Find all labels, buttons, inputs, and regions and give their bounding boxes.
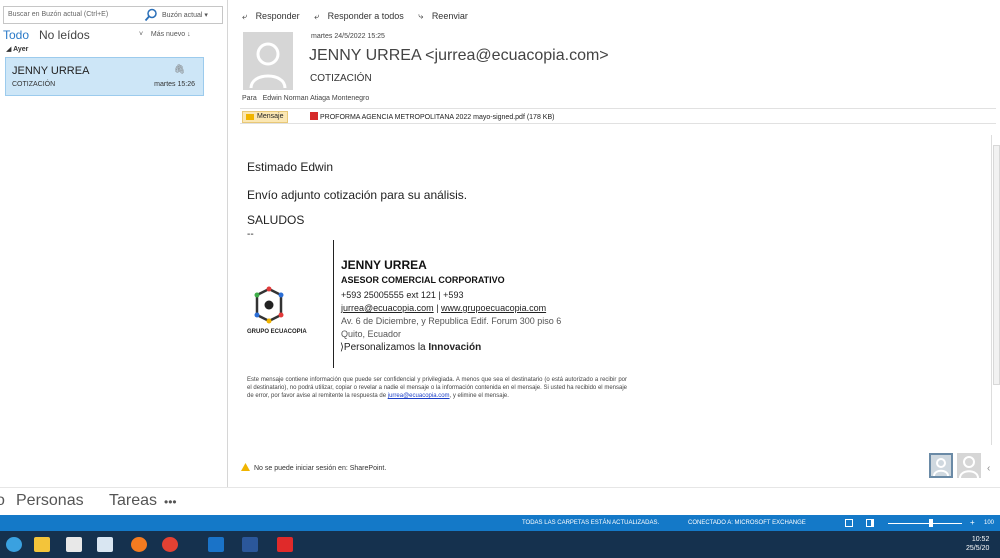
sort-dropdown[interactable]: ˅ Más nuevo ↓ [139,31,191,38]
list-item-time: martes 15:26 [154,81,195,88]
zoom-level: 100 [984,520,995,526]
status-connection: CONECTADO A: MICROSOFT EXCHANGE [688,520,806,526]
sharepoint-warning[interactable]: No se puede iniciar sesión en: SharePoin… [241,463,386,472]
signature-web-link[interactable]: www.grupoecuacopia.com [441,303,546,313]
taskbar: 10:52 25/5/20 [0,531,1000,558]
people-pane-avatar-2[interactable] [957,453,981,479]
acrobat-icon[interactable] [277,537,293,552]
word-icon[interactable] [242,537,258,552]
person-icon [933,458,949,477]
company-logo [254,286,284,324]
attachment-icon: 🖇 [173,64,185,74]
reply-all-icon: ⤶ [314,11,320,21]
greeting: Estimado Edwin [247,160,334,174]
reading-pane: ⤶ Responder ⤶ Responder a todos ⤷ Reenvi… [229,0,1000,487]
reply-button[interactable]: ⤶ Responder [242,11,306,21]
pdf-icon [310,112,318,120]
signature-role: ASESOR COMERCIAL CORPORATIVO [341,275,505,285]
filter-all[interactable]: Todo [3,28,29,42]
people-pane-more[interactable]: ‹ [987,463,990,474]
signature-email-link[interactable]: jurrea@ecuacopia.com [341,303,434,313]
reply-icon: ⤶ [242,11,248,21]
signature-city: Quito, Ecuador [341,329,402,339]
signature-tagline: ⟩Personalizamos la Innovación [340,342,482,353]
person-icon [249,42,287,89]
message-list-pane: Buscar en Buzón actual (Ctrl+E) Buzón ac… [0,0,228,487]
message-tab[interactable]: Mensaje [242,111,289,123]
message-from[interactable]: JENNY URREA <jurrea@ecuacopia.com> [309,47,609,65]
nav-item-tasks[interactable]: Tareas [109,492,157,510]
store-icon[interactable] [66,537,82,552]
status-bar: TODAS LAS CARPETAS ESTÁN ACTUALIZADAS. C… [0,515,1000,531]
attachment-bar: Mensaje PROFORMA AGENCIA METROPOLITANA 2… [240,108,996,124]
status-folders: TODAS LAS CARPETAS ESTÁN ACTUALIZADAS. [522,520,660,526]
body-line: Envío adjunto cotización para su análisi… [247,188,468,202]
chrome-icon[interactable] [162,537,178,552]
closing: SALUDOS [247,213,305,227]
search-icon[interactable] [144,8,158,22]
module-nav-bar: o Personas Tareas ••• [0,487,1000,515]
people-pane-avatar[interactable] [929,453,953,478]
signature-divider [333,240,334,368]
outlook-icon[interactable] [208,537,224,552]
list-item[interactable]: JENNY URREA 🖇 COTIZACIÓN martes 15:26 [5,57,204,96]
list-item-from: JENNY URREA [12,65,90,77]
filter-unread[interactable]: No leídos [39,28,90,42]
signature-address: Av. 6 de Diciembre, y Republica Edif. Fo… [341,316,562,326]
zoom-in-button[interactable]: + [970,518,975,527]
start-icon[interactable] [6,537,22,552]
group-header[interactable]: ◢ Ayer [6,45,28,53]
list-item-subject: COTIZACIÓN [12,81,56,88]
signature-separator: -- [247,229,254,240]
signature-name: JENNY URREA [341,258,427,272]
warning-icon [241,463,250,471]
scrollbar-thumb[interactable] [993,145,1000,385]
signature-links: jurrea@ecuacopia.com | www.grupoecuacopi… [341,303,547,313]
person-icon [959,456,979,479]
scrollbar[interactable] [991,135,1000,445]
attachment-file[interactable]: PROFORMA AGENCIA METROPOLITANA 2022 mayo… [310,112,554,121]
message-date: martes 24/5/2022 15:25 [311,33,385,40]
reading-view-icon[interactable] [866,519,874,527]
mail-icon[interactable] [97,537,113,552]
forward-icon: ⤷ [418,11,424,21]
file-explorer-icon[interactable] [34,537,50,552]
nav-item-people[interactable]: Personas [16,492,84,510]
search-scope-dropdown[interactable]: Buzón actual ▾ [162,11,208,19]
zoom-slider[interactable] [888,523,962,524]
normal-view-icon[interactable] [845,519,853,527]
reply-all-button[interactable]: ⤶ Responder a todos [314,11,410,21]
firefox-icon[interactable] [131,537,147,552]
message-to: Para Edwin Norman Atiaga Montenegro [242,95,370,102]
search-box[interactable]: Buscar en Buzón actual (Ctrl+E) Buzón ac… [3,6,223,24]
forward-button[interactable]: ⤷ Reenviar [418,11,474,21]
logo-text: GRUPO ECUACOPIA [247,329,307,335]
sender-avatar [243,32,293,90]
zoom-slider-handle[interactable] [929,519,933,527]
signature-phone: +593 25005555 ext 121 | +593 [341,290,464,300]
search-input[interactable]: Buscar en Buzón actual (Ctrl+E) [8,11,108,18]
disclaimer: Este mensaje contiene información que pu… [247,377,627,399]
envelope-icon [246,114,254,120]
nav-item-partial[interactable]: o [0,492,5,510]
disclaimer-email-link[interactable]: jurrea@ecuacopia.com [388,393,450,399]
nav-more-button[interactable]: ••• [164,495,177,509]
system-clock[interactable]: 10:52 25/5/20 [966,535,989,553]
message-subject: COTIZACIÓN [310,73,372,84]
